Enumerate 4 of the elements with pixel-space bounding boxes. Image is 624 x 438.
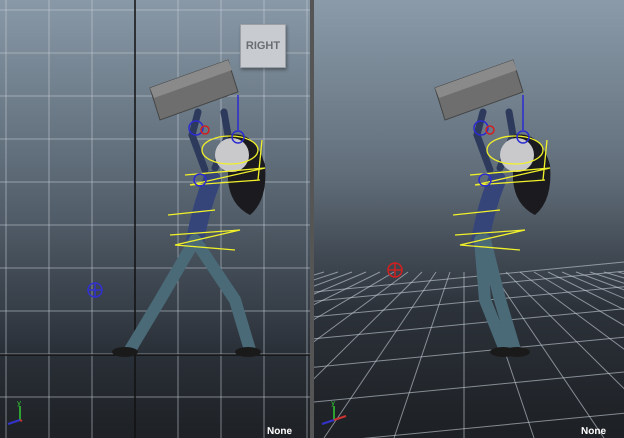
status-label: None bbox=[267, 426, 292, 438]
control-target-icon bbox=[387, 262, 403, 278]
control-target-icon bbox=[87, 282, 103, 298]
status-label: None bbox=[581, 426, 606, 438]
